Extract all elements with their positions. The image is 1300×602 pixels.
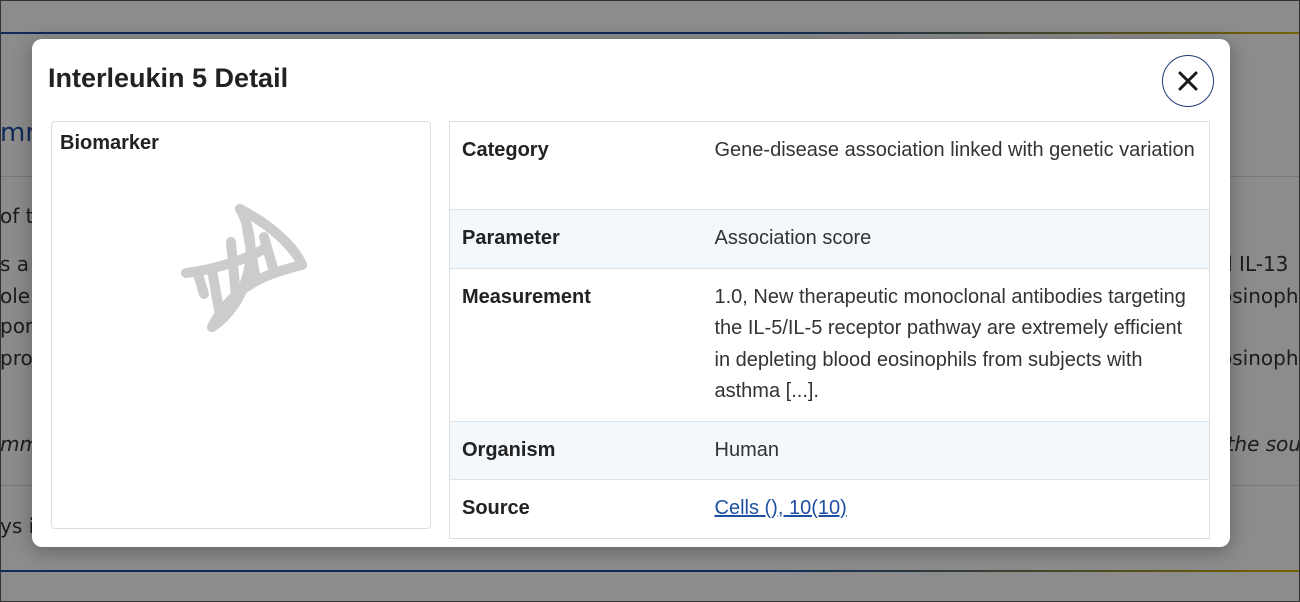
row-label: Source <box>462 497 530 519</box>
detail-modal: Interleukin 5 Detail Biomarker Category … <box>32 39 1230 547</box>
modal-title: Interleukin 5 Detail <box>48 63 289 93</box>
row-label: Organism <box>462 438 556 461</box>
row-value: 1.0, New therapeutic monoclonal antibodi… <box>714 285 1186 403</box>
row-label: Measurement <box>462 285 591 308</box>
table-row: Organism Human <box>449 421 1210 480</box>
close-button[interactable] <box>1162 55 1214 107</box>
row-value: Human <box>714 438 779 461</box>
table-row: Category Gene-disease association linked… <box>449 122 1210 210</box>
biomarker-image-card: Biomarker <box>51 121 431 529</box>
row-label: Parameter <box>462 227 560 249</box>
table-row: Parameter Association score <box>449 209 1210 268</box>
table-row: Measurement 1.0, New therapeutic monoclo… <box>449 268 1210 421</box>
row-value: Gene-disease association linked with gen… <box>714 139 1195 161</box>
row-label: Category <box>462 139 549 161</box>
source-link[interactable]: Cells (), 10(10) <box>715 497 847 519</box>
dna-icon <box>181 204 307 332</box>
close-icon <box>1178 71 1198 91</box>
biomarker-label: Biomarker <box>60 132 159 154</box>
row-value: Association score <box>714 227 872 249</box>
details-table: Category Gene-disease association linked… <box>449 121 1210 539</box>
row-value: Cells (), 10(10) <box>703 480 1210 539</box>
table-row: Source Cells (), 10(10) <box>450 480 1210 539</box>
